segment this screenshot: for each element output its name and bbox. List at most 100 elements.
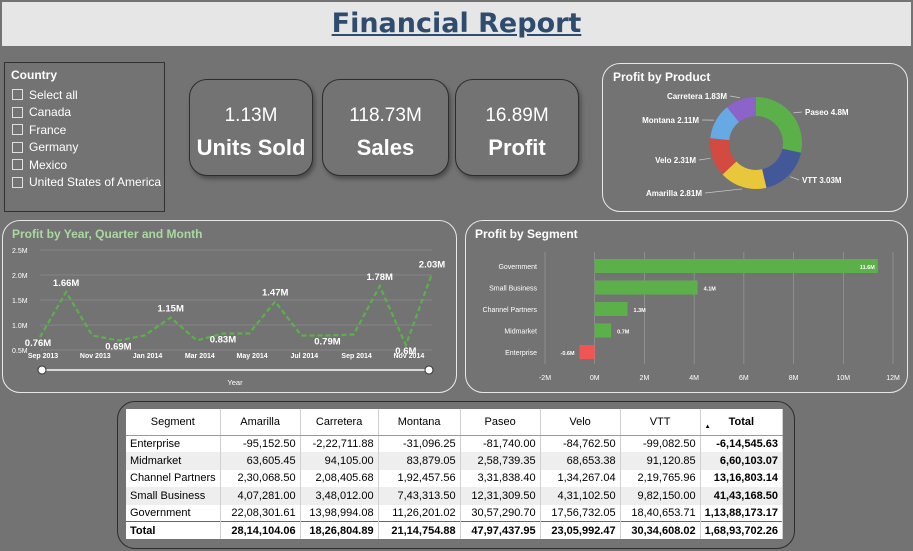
table-cell: 22,08,301.61: [220, 504, 301, 522]
leader-line: [793, 111, 803, 114]
table-cell: 3,48,012.00: [300, 487, 379, 505]
slice-label: Velo 2.31M: [655, 156, 696, 165]
table-cell: 2,08,405.68: [300, 469, 379, 488]
sort-ascending-icon[interactable]: ▲: [705, 424, 711, 430]
x-tick-label: 0M: [590, 375, 600, 382]
checkbox[interactable]: [12, 159, 23, 171]
data-label: 1.3M: [634, 308, 647, 314]
checkbox[interactable]: [12, 141, 23, 153]
table-cell: 41,43,168.50: [700, 487, 784, 505]
column-header-total[interactable]: Total ▲: [700, 409, 784, 436]
slicer-item-label: Canada: [29, 105, 72, 120]
column-header-amarilla[interactable]: Amarilla: [220, 409, 301, 436]
x-tick-label: Jan 2014: [133, 353, 163, 360]
data-label: 0.69M: [105, 342, 131, 353]
column-header-segment[interactable]: Segment: [126, 409, 221, 436]
slice-label: VTT 3.03M: [802, 176, 842, 185]
kpi-card-sales[interactable]: 118.73M Sales: [322, 79, 449, 176]
kpi-value: 118.73M: [349, 105, 422, 126]
table-cell: 9,82,150.00: [620, 487, 701, 505]
bar-channel-partners[interactable]: [594, 302, 628, 316]
table-cell: 4,31,102.50: [540, 487, 621, 505]
bar-chart[interactable]: -2M 0M 2M 4M 6M 8M 10M 12M Government 11.6M Small …: [465, 220, 908, 393]
slicer-item-label: Select all: [29, 87, 78, 102]
donut-slice-vtt[interactable]: [762, 148, 801, 188]
data-label: 1.15M: [157, 304, 183, 315]
kpi-label: Profit: [488, 135, 546, 160]
y-tick-label: 1.5M: [12, 298, 28, 305]
report-title: Financial Report: [331, 8, 582, 39]
column-header-vtt[interactable]: VTT: [620, 409, 701, 436]
table-cell: 30,34,608.02: [620, 521, 701, 540]
slicer-item-france[interactable]: France: [5, 121, 164, 139]
slicer-item-label: United States of America: [29, 175, 162, 190]
row-header: Total: [126, 521, 221, 540]
data-label: 0.83M: [210, 335, 236, 346]
kpi-card-profit[interactable]: 16.89M Profit: [455, 79, 579, 176]
category-label: Channel Partners: [483, 307, 538, 314]
table-cell: 30,57,290.70: [460, 504, 541, 522]
x-tick-label: -2M: [539, 375, 551, 382]
slicer-item-usa[interactable]: United States of America: [5, 174, 164, 192]
donut-slice-paseo[interactable]: [756, 97, 802, 153]
bar-small-business[interactable]: [594, 280, 698, 295]
range-slider-end-handle[interactable]: [424, 365, 434, 375]
x-axis-title: Year: [227, 378, 243, 387]
kpi-label: Sales: [356, 135, 415, 160]
segment-product-matrix: Segment Amarilla Carretera Montana Paseo Velo…: [117, 401, 795, 549]
row-header: Midmarket: [126, 452, 221, 470]
table-cell: 7,43,313.50: [378, 487, 461, 505]
x-tick-label: Sep 2013: [28, 353, 58, 360]
y-tick-label: 2.5M: [12, 248, 28, 255]
x-tick-label: 6M: [739, 375, 749, 382]
slicer-item-label: France: [29, 122, 67, 137]
kpi-card-units-sold[interactable]: 1.13M Units Sold: [189, 79, 313, 176]
column-header-velo[interactable]: Velo: [540, 409, 621, 436]
table-cell: 47,97,437.95: [460, 521, 541, 540]
range-slider-start-handle[interactable]: [37, 365, 47, 375]
table-cell: 2,58,739.35: [460, 452, 541, 470]
column-header-montana[interactable]: Montana: [378, 409, 461, 436]
data-label: 0.76M: [25, 338, 51, 349]
x-tick-label: 10M: [836, 375, 850, 382]
x-tick-label: Mar 2014: [185, 353, 215, 360]
slicer-item-mexico[interactable]: Mexico: [5, 156, 164, 174]
row-header: Government: [126, 504, 221, 522]
table-cell: 3,31,838.40: [460, 469, 541, 488]
table-row: Midmarket 63,605.45 94,105.00 83,879.05 2,58…: [126, 452, 784, 470]
checkbox[interactable]: [12, 176, 23, 188]
column-header-carretera[interactable]: Carretera: [300, 409, 379, 436]
slicer-item-label: Germany: [29, 140, 79, 155]
table-cell: 6,60,103.07: [700, 452, 784, 470]
donut-chart[interactable]: Paseo 4.8M VTT 3.03M Amarilla 2.81M Velo 2.…: [602, 63, 908, 212]
table-cell: -6,14,545.63: [700, 435, 784, 453]
category-label: Enterprise: [505, 350, 537, 357]
table-cell: 1,92,457.56: [378, 469, 461, 488]
bar-midmarket[interactable]: [594, 323, 612, 338]
checkbox[interactable]: [12, 89, 23, 101]
data-label: 2.03M: [419, 260, 445, 271]
table-cell: 13,98,994.08: [300, 504, 379, 522]
x-tick-label: 12M: [886, 375, 900, 382]
slicer-item-select-all[interactable]: Select all: [5, 86, 164, 104]
data-label: -0.6M: [560, 351, 574, 357]
column-header-paseo[interactable]: Paseo: [460, 409, 541, 436]
slicer-header: Country: [11, 68, 57, 82]
slicer-item-germany[interactable]: Germany: [5, 139, 164, 157]
y-tick-label: 1.0M: [12, 323, 28, 330]
bar-enterprise[interactable]: [579, 345, 595, 359]
row-header: Channel Partners: [126, 469, 221, 488]
checkbox[interactable]: [12, 124, 23, 136]
kpi-value: 16.89M: [485, 105, 549, 126]
bar-government[interactable]: [594, 259, 878, 273]
data-label: 1.47M: [262, 288, 288, 299]
table-cell: -84,762.50: [540, 435, 621, 453]
slicer-item-canada[interactable]: Canada: [5, 104, 164, 122]
table-cell: -31,096.25: [378, 435, 461, 453]
table-cell: 68,653.38: [540, 452, 621, 470]
checkbox[interactable]: [12, 106, 23, 118]
x-tick-label: Nov 2013: [80, 353, 111, 360]
category-label: Government: [498, 264, 537, 271]
line-chart[interactable]: 0.5M 1.0M 1.5M 2.0M 2.5M Sep 2013 Nov 2013 Jan …: [2, 220, 457, 393]
table-row: Small Business 4,07,281.00 3,48,012.00 7,43…: [126, 487, 784, 505]
